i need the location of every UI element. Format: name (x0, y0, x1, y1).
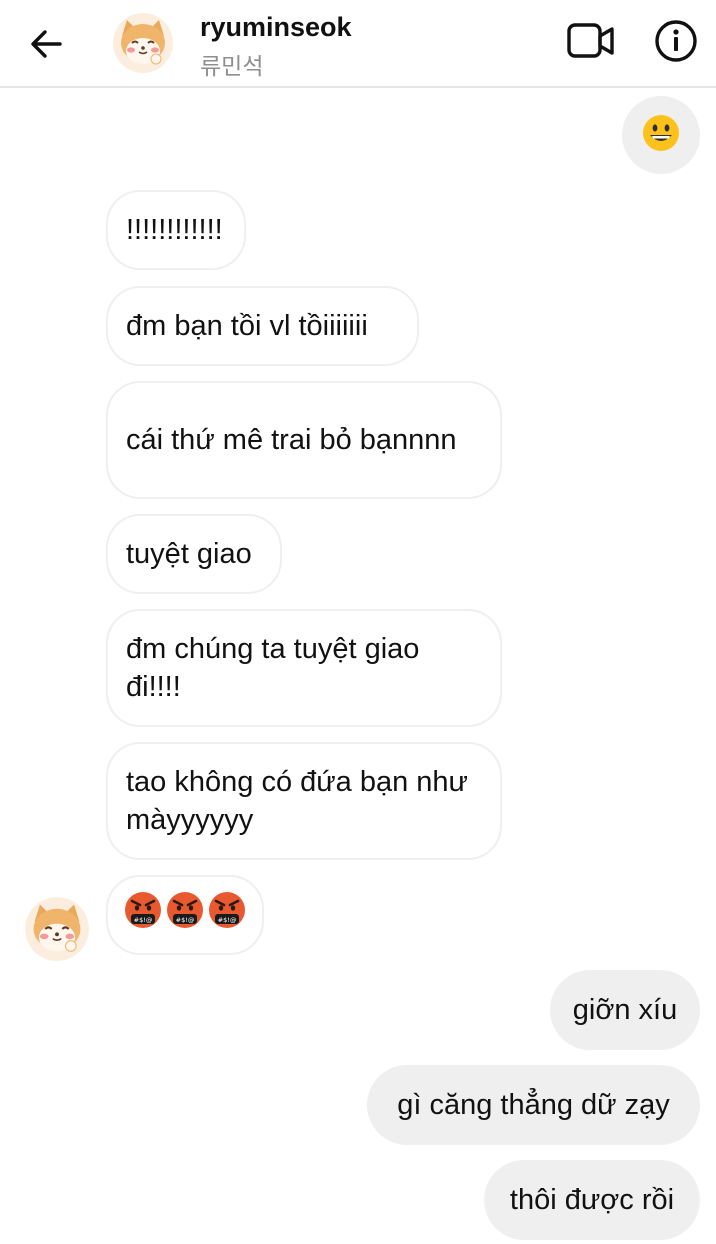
message-text: tuyệt giao (126, 538, 252, 570)
message-text: gì căng thẳng dữ zạy (397, 1089, 670, 1121)
grinning-face-icon (642, 114, 680, 157)
message-text: giỡn xíu (572, 994, 678, 1026)
avatar[interactable] (112, 12, 174, 74)
cursing-face-icon: #$!@ (124, 891, 162, 939)
message-text: đm chúng ta tuyệt giao đi!!!! (126, 633, 420, 703)
received-message[interactable]: đm bạn tồi vl tồiiiiiii (106, 286, 419, 366)
received-message[interactable]: đm chúng ta tuyệt giao đi!!!! (106, 609, 502, 727)
message-text: cái thứ mê trai bỏ bạnnnn (126, 424, 457, 456)
message-text: tao không có đứa bạn như màyyyyyy (126, 766, 468, 836)
chat-header: ryuminseok 류민석 (0, 0, 716, 88)
message-text: !!!!!!!!!!!! (126, 214, 223, 246)
received-message[interactable]: cái thứ mê trai bỏ bạnnnn (106, 381, 502, 499)
avatar[interactable] (24, 896, 90, 962)
back-arrow-icon[interactable] (26, 24, 66, 64)
username[interactable]: ryuminseok (200, 12, 352, 43)
sent-message[interactable]: giỡn xíu (550, 970, 700, 1050)
info-icon[interactable] (654, 19, 698, 63)
display-name: 류민석 (200, 54, 264, 80)
message-text: thôi được rồi (509, 1184, 675, 1216)
received-message[interactable]: !!!!!!!!!!!! (106, 190, 246, 270)
received-emoji-message[interactable]: #$!@ #$!@ #$!@ (106, 875, 264, 955)
sent-message[interactable]: thôi được rồi (484, 1160, 700, 1240)
sent-message[interactable]: gì căng thẳng dữ zạy (367, 1065, 700, 1145)
svg-text:#$!@: #$!@ (134, 916, 153, 924)
svg-text:#$!@: #$!@ (176, 916, 195, 924)
received-message[interactable]: tuyệt giao (106, 514, 282, 594)
video-call-icon[interactable] (566, 20, 616, 62)
svg-text:#$!@: #$!@ (218, 916, 237, 924)
sent-emoji-message[interactable] (622, 96, 700, 174)
received-message[interactable]: tao không có đứa bạn như màyyyyyy (106, 742, 502, 860)
cursing-face-icon: #$!@ (166, 891, 204, 939)
message-text: đm bạn tồi vl tồiiiiiii (126, 310, 368, 342)
cursing-face-icon: #$!@ (208, 891, 246, 939)
